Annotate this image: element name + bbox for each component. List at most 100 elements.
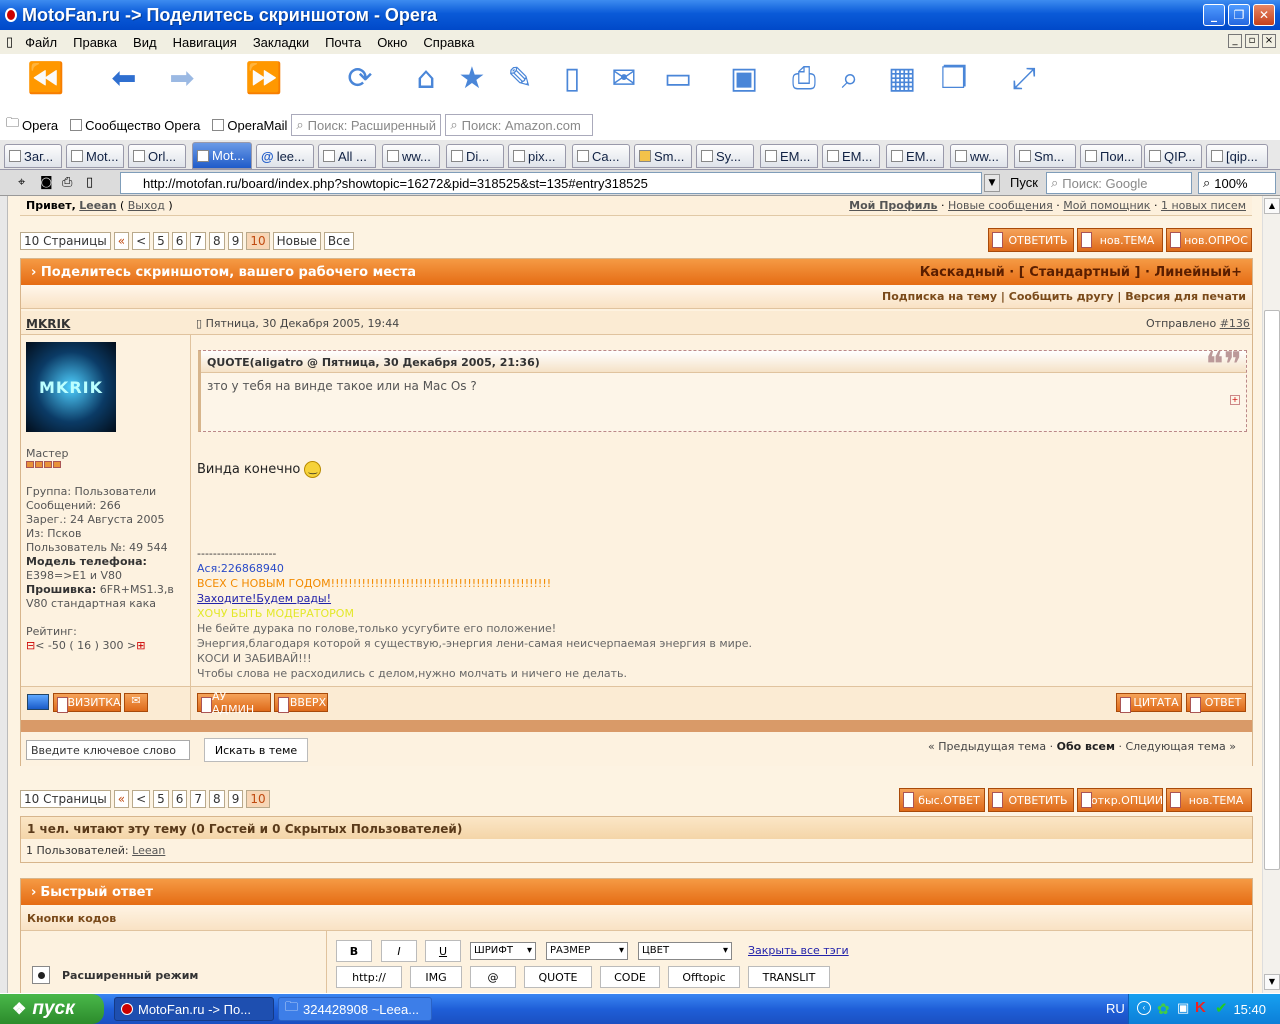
topic-search-input[interactable]: Введите ключевое слово: [26, 740, 190, 760]
color-select[interactable]: ЦВЕТ ▾: [638, 942, 732, 960]
tab-18[interactable]: Пои...: [1080, 144, 1142, 168]
mail-icon[interactable]: ✉: [604, 58, 644, 98]
page-link[interactable]: 7: [190, 232, 207, 250]
underline-button[interactable]: U: [425, 940, 461, 962]
tab-6[interactable]: All ...: [318, 144, 376, 168]
new-posts-link[interactable]: Новые: [272, 232, 321, 250]
menu-help[interactable]: Справка: [415, 35, 482, 50]
print-icon[interactable]: ⎙: [784, 58, 824, 98]
rating-minus-icon[interactable]: ⊟: [26, 639, 35, 652]
menu-file[interactable]: Файл: [17, 35, 65, 50]
tab-11[interactable]: Sm...: [634, 144, 692, 168]
page-link[interactable]: 9: [227, 232, 244, 250]
advanced-search-field[interactable]: ⌕ Поиск: Расширенный: [291, 114, 442, 136]
taskbar-item-opera[interactable]: MotoFan.ru -> По...: [114, 997, 274, 1021]
wand-icon[interactable]: ⌖: [18, 175, 25, 190]
reload-icon[interactable]: ⟳: [340, 58, 380, 98]
page-link[interactable]: 8: [209, 232, 225, 250]
language-indicator[interactable]: RU: [1106, 1001, 1125, 1016]
zoom-select[interactable]: ⌕ 100%: [1198, 172, 1276, 194]
tab-15[interactable]: EM...: [886, 144, 944, 168]
reply-button[interactable]: ОТВЕТИТЬ: [988, 228, 1074, 252]
fast-reply-button[interactable]: быс.ОТВЕТ: [899, 788, 985, 812]
first-page-link[interactable]: «: [113, 232, 130, 250]
page-link[interactable]: 7: [190, 790, 207, 808]
rating-plus-icon[interactable]: ⊞: [136, 639, 145, 652]
email-button[interactable]: @: [470, 966, 516, 988]
forward-icon[interactable]: ➡: [162, 58, 202, 98]
edit-icon[interactable]: ✎: [500, 58, 540, 98]
topic-search-button[interactable]: Искать в теме: [204, 738, 308, 762]
card-button[interactable]: ВИЗИТКА: [53, 693, 121, 713]
fullscreen-icon[interactable]: ⤢: [1004, 58, 1044, 98]
save-icon[interactable]: ▣: [724, 58, 764, 98]
post-author[interactable]: MKRIK: [26, 317, 70, 331]
menu-edit[interactable]: Правка: [65, 35, 125, 50]
all-posts-link[interactable]: Все: [323, 232, 355, 250]
page-link[interactable]: 8: [209, 790, 225, 808]
tab-14[interactable]: EM...: [822, 144, 880, 168]
new-mail-link[interactable]: 1 новых писем: [1161, 199, 1246, 212]
close-button[interactable]: ✕: [1253, 4, 1275, 26]
pages-label[interactable]: 10 Страницы: [20, 790, 111, 808]
advanced-mode-radio[interactable]: [32, 966, 50, 984]
print-small-icon[interactable]: ⎙: [62, 175, 72, 190]
search-icon[interactable]: ⌕: [830, 58, 870, 98]
opera-bookmark[interactable]: 🗀 Opera: [6, 114, 58, 136]
url-dropdown-icon[interactable]: ▼: [984, 174, 1000, 192]
new-messages-link[interactable]: Новые сообщения: [948, 199, 1053, 212]
tab-10[interactable]: Ca...: [572, 144, 630, 168]
open-options-button[interactable]: откр.ОПЦИИ: [1077, 788, 1163, 812]
new-topic-button[interactable]: нов.ТЕМА: [1077, 228, 1163, 252]
back-icon[interactable]: ⬅: [104, 58, 144, 98]
menu-bookmarks[interactable]: Закладки: [245, 35, 317, 50]
tab-5[interactable]: @ lee...: [256, 144, 314, 168]
tab-9[interactable]: pix...: [508, 144, 566, 168]
tab-7[interactable]: ww...: [382, 144, 440, 168]
img-button[interactable]: IMG: [410, 966, 462, 988]
quote-tag-button[interactable]: QUOTE: [524, 966, 592, 988]
icq-flower-icon[interactable]: ✿: [1157, 1000, 1170, 1018]
tab-13[interactable]: EM...: [760, 144, 818, 168]
report-icon[interactable]: +: [1230, 395, 1240, 405]
tab-1[interactable]: Заг...: [4, 144, 62, 168]
scroll-down-arrow-icon[interactable]: ▼: [1264, 974, 1280, 990]
tab-4-active[interactable]: Mot...: [192, 142, 252, 169]
new-page-icon[interactable]: ▯: [552, 58, 592, 98]
tray-arrow-icon[interactable]: ‹: [1137, 1001, 1151, 1015]
new-poll-button[interactable]: нов.ОПРОС: [1166, 228, 1252, 252]
taskbar-item-qip[interactable]: 🗀 324428908 ~Leea...: [278, 997, 432, 1021]
tab-17[interactable]: Sm...: [1014, 144, 1076, 168]
sig-link[interactable]: Заходите!Будем рады!: [197, 591, 1247, 606]
windows-icon[interactable]: ▦: [882, 58, 922, 98]
tab-19[interactable]: QIP...: [1144, 144, 1202, 168]
shield-icon[interactable]: ✔: [1215, 999, 1228, 1017]
reply-button-bottom[interactable]: ОТВЕТИТЬ: [988, 788, 1074, 812]
reader-user-link[interactable]: Leean: [132, 844, 165, 857]
minimize-button[interactable]: _: [1203, 4, 1225, 26]
copy-icon[interactable]: ❐: [934, 58, 974, 98]
mdi-minimize-button[interactable]: _: [1228, 34, 1242, 48]
forum-link[interactable]: Обо всем: [1057, 740, 1115, 753]
tell-friend-link[interactable]: Сообщить другу: [1009, 290, 1114, 303]
tab-12[interactable]: Sy...: [696, 144, 754, 168]
scroll-up-arrow-icon[interactable]: ▲: [1264, 198, 1280, 214]
tab-16[interactable]: ww...: [950, 144, 1008, 168]
pages-label[interactable]: 10 Страницы: [20, 232, 111, 250]
close-all-tags-link[interactable]: Закрыть все тэги: [748, 944, 849, 957]
size-select[interactable]: РАЗМЕР ▾: [546, 942, 628, 960]
page-link[interactable]: 6: [171, 790, 188, 808]
view-modes[interactable]: Каскадный · [ Стандартный ] · Линейный+: [920, 265, 1242, 280]
panel-toggle-strip[interactable]: [0, 196, 8, 993]
user-link[interactable]: Leean: [79, 199, 116, 212]
quote-button[interactable]: ЦИТАТА: [1116, 693, 1182, 713]
new-topic-button-bottom[interactable]: нов.ТЕМА: [1166, 788, 1252, 812]
page-link[interactable]: 5: [153, 790, 169, 808]
amazon-search-field[interactable]: ⌕ Поиск: Amazon.com: [445, 114, 594, 136]
network-icon[interactable]: ▣: [1177, 1000, 1189, 1016]
menu-mail[interactable]: Почта: [317, 35, 369, 50]
scroll-thumb[interactable]: [1264, 310, 1280, 870]
menu-view[interactable]: Вид: [125, 35, 165, 50]
rewind-icon[interactable]: ⏪: [26, 58, 66, 98]
call-admin-button[interactable]: АУ АДМИН: [197, 690, 271, 716]
